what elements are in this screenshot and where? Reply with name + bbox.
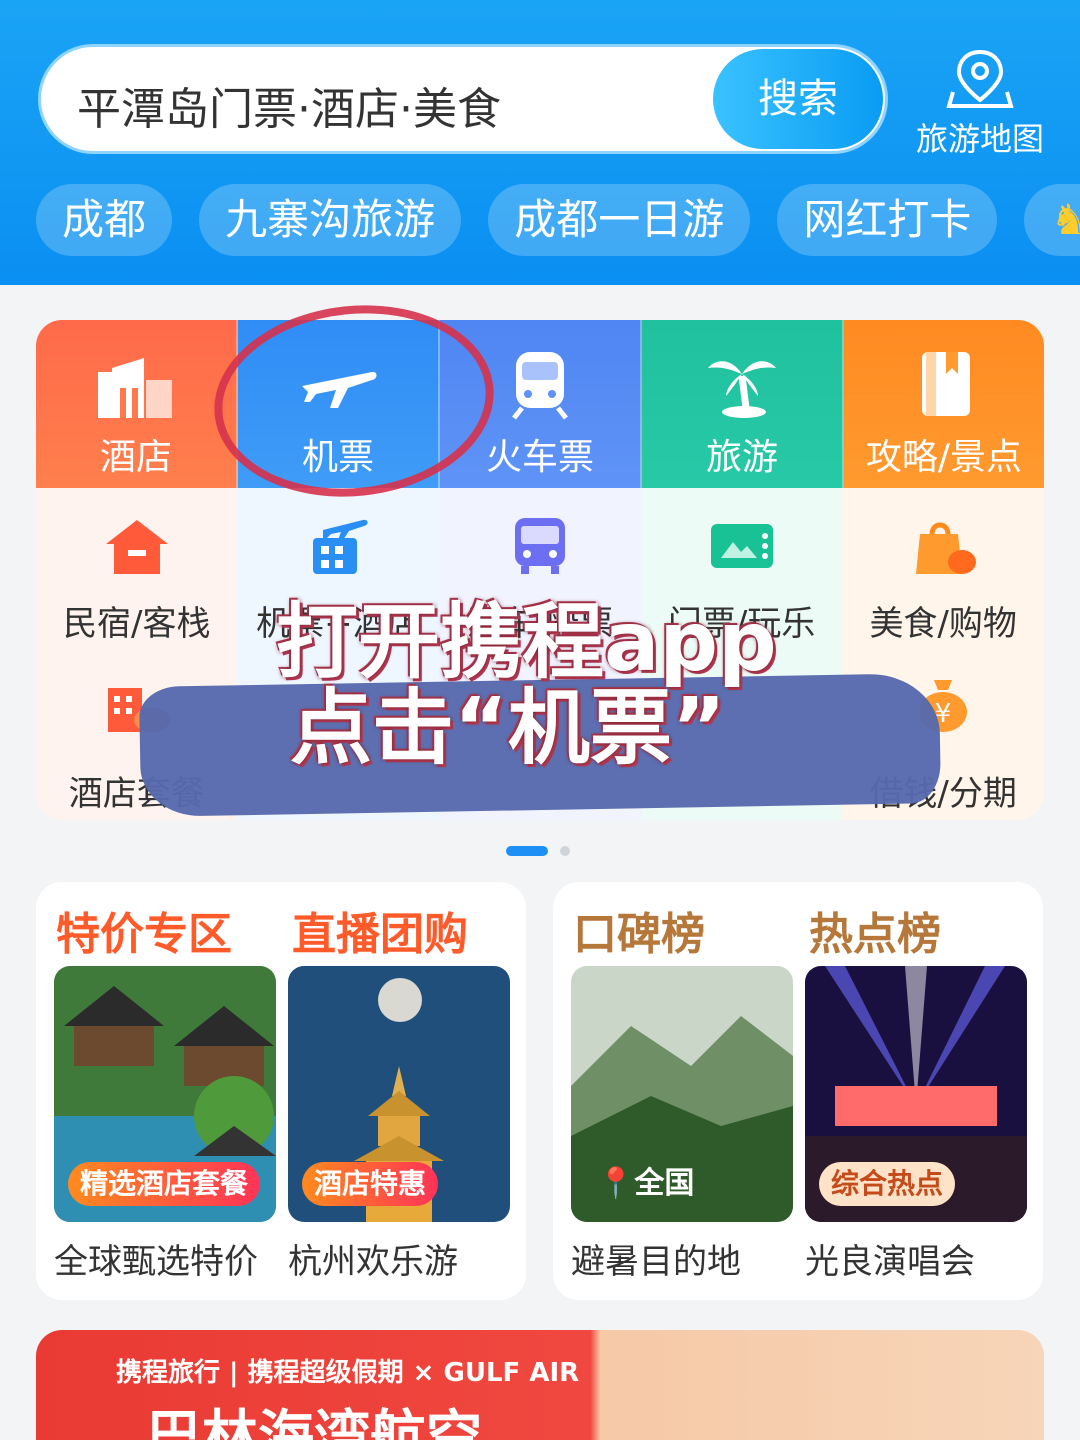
house-icon — [105, 520, 168, 574]
travel-map-label: 旅游地图 — [915, 120, 1044, 158]
thumb-resort[interactable]: 精选酒店套餐 — [54, 966, 276, 1222]
quick-chips: 成都 九寨沟旅游 成都一日游 网红打卡 ♞ 亲 — [36, 184, 1080, 256]
ticket-icon — [710, 524, 773, 568]
hotel-icon — [98, 358, 172, 418]
chip-family[interactable]: ♞ 亲 — [1024, 184, 1080, 256]
cell-homestay-label: 民宿/客栈 — [63, 604, 211, 644]
banner-title: 巴林海湾航空 — [146, 1405, 482, 1440]
tile-travel[interactable]: 旅游 — [642, 320, 844, 488]
rocking-horse-icon: ♞ — [1050, 195, 1080, 244]
bus-icon — [514, 518, 565, 574]
tab-special-price[interactable]: 特价专区 — [56, 898, 232, 962]
page-indicator — [506, 840, 570, 859]
map-pin-icon — [946, 49, 1014, 108]
caption-guangliang-concert[interactable]: 光良演唱会 — [805, 1234, 975, 1283]
header: 平潭岛门票·酒店·美食 搜索 旅游地图 成都 九寨沟旅游 成都一日游 网红打卡 … — [0, 0, 1080, 285]
tab-reputation-list[interactable]: 口碑榜 — [573, 898, 705, 962]
page-dot-active — [506, 845, 548, 856]
page-dot — [560, 845, 570, 856]
search-bar[interactable]: 平潭岛门票·酒店·美食 搜索 — [38, 44, 888, 154]
main-service-row: 酒店 机票 火车票 旅游 攻略/景点 — [36, 320, 1044, 488]
shopping-bag-icon — [916, 522, 977, 574]
caption-global-deals[interactable]: 全球甄选特价 — [54, 1234, 258, 1283]
guide-book-icon — [922, 352, 970, 416]
train-icon — [512, 352, 568, 420]
badge-hotel-package: 精选酒店套餐 — [68, 1162, 261, 1206]
badge-hotel-deal: 酒店特惠 — [302, 1162, 439, 1206]
tile-guide[interactable]: 攻略/景点 — [844, 320, 1044, 488]
tile-hotel[interactable]: 酒店 — [36, 320, 238, 488]
badge-trending: 综合热点 — [819, 1162, 956, 1206]
chip-hot-checkin[interactable]: 网红打卡 — [777, 184, 998, 256]
travel-map-button[interactable]: 旅游地图 — [905, 48, 1055, 158]
chip-chengdu[interactable]: 成都 — [36, 184, 173, 256]
thumb-pagoda[interactable]: 酒店特惠 — [288, 966, 510, 1222]
tab-hot-list[interactable]: 热点榜 — [809, 898, 941, 962]
chip-chengdu-day-trip[interactable]: 成都一日游 — [488, 184, 751, 256]
promo-card-left: 特价专区 直播团购 精选酒店套餐 酒店特惠 全球甄选特价 杭州欢乐游 — [36, 882, 526, 1300]
chip-jiuzhaigou[interactable]: 九寨沟旅游 — [199, 184, 462, 256]
cell-food-shopping[interactable]: 美食/购物 — [842, 488, 1044, 654]
thumb-mountains[interactable]: 📍全国 — [571, 966, 793, 1222]
caption-hangzhou-trip[interactable]: 杭州欢乐游 — [288, 1234, 458, 1283]
banner-brand: 携程旅行 | 携程超级假期 × GULF AIR — [116, 1358, 580, 1388]
location-pin-icon: 📍 — [597, 1166, 635, 1201]
annotation-line-2: 点击“机票” — [290, 681, 726, 776]
tile-travel-label: 旅游 — [705, 437, 778, 478]
annotation-instruction: 打开携程app 点击“机票” — [276, 600, 836, 772]
gulf-air-banner[interactable]: 携程旅行 | 携程超级假期 × GULF AIR 巴林海湾航空 — [36, 1330, 1044, 1440]
search-input[interactable]: 平潭岛门票·酒店·美食 — [77, 73, 501, 137]
cell-homestay[interactable]: 民宿/客栈 — [36, 488, 238, 654]
tile-hotel-label: 酒店 — [99, 437, 172, 478]
flight-hotel-icon — [313, 519, 369, 574]
tab-live-group-buy[interactable]: 直播团购 — [292, 898, 468, 962]
tile-guide-label: 攻略/景点 — [865, 437, 1023, 478]
annotation-line-1: 打开携程app — [276, 595, 777, 690]
badge-location-label: 全国 — [634, 1166, 695, 1201]
caption-summer-destinations[interactable]: 避暑目的地 — [571, 1234, 741, 1283]
palm-tree-icon — [708, 361, 776, 418]
search-button[interactable]: 搜索 — [713, 49, 883, 149]
cell-food-shopping-label: 美食/购物 — [869, 604, 1017, 644]
badge-location: 📍全国 — [585, 1162, 706, 1206]
thumb-concert[interactable]: 综合热点 — [805, 966, 1027, 1222]
promo-card-right: 口碑榜 热点榜 📍全国 综合热点 避暑目的地 光良演唱会 — [553, 882, 1043, 1300]
